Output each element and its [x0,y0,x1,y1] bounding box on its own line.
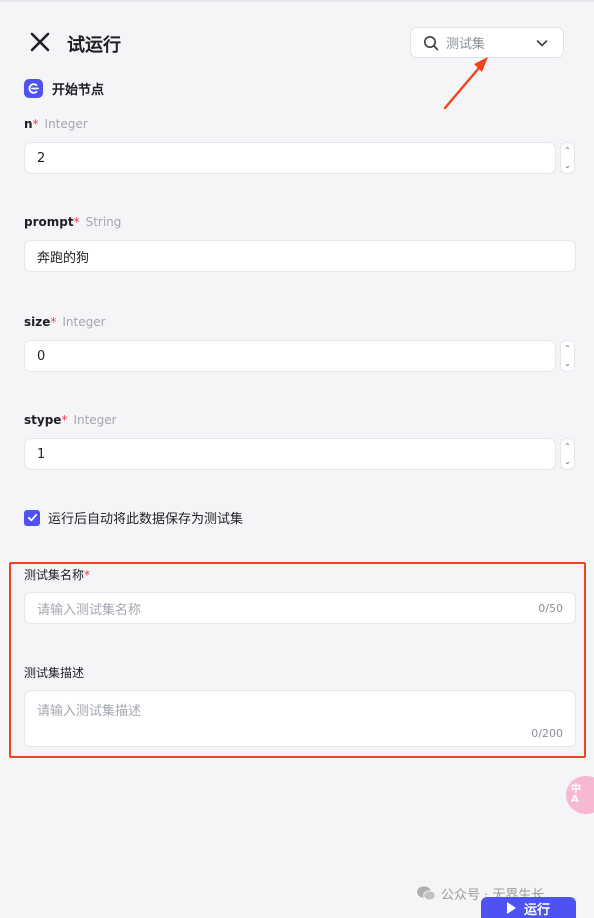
close-icon[interactable] [28,30,52,54]
required-mark: * [50,315,57,329]
translate-fab[interactable]: 中 A [566,776,594,814]
required-mark: * [61,413,68,427]
field-label-stype: stype* Integer [24,413,117,427]
stepper-down-icon[interactable]: ⌄ [564,359,571,368]
field-type: String [85,215,122,229]
translate-icon: 中 A [571,785,581,805]
testset-name-input[interactable]: 请输入测试集名称 0/50 [24,592,576,624]
chevron-down-icon [536,39,548,46]
field-type: Integer [44,117,88,131]
input-stype[interactable]: 1 [24,438,556,470]
stepper-down-icon[interactable]: ⌄ [564,161,571,170]
play-icon [506,902,516,914]
run-button-label: 运行 [523,902,550,918]
required-mark: * [73,215,80,229]
input-value: 0 [37,348,46,364]
field-label-prompt: prompt* String [24,215,121,229]
field-type: Integer [62,315,106,329]
input-value: 2 [37,150,46,166]
field-name: stype [24,413,62,427]
required-mark: * [32,117,39,131]
testset-desc-placeholder: 请输入测试集描述 [37,704,142,719]
page-title: 试运行 [67,35,121,56]
input-value: 1 [37,446,46,462]
testset-name-placeholder: 请输入测试集名称 [37,602,142,618]
testset-name-label: 测试集名称* [24,566,90,583]
input-size[interactable]: 0 [24,340,556,372]
stepper-up-icon[interactable]: ⌃ [564,146,571,155]
save-testset-label: 运行后自动将此数据保存为测试集 [48,512,244,527]
stepper-up-icon[interactable]: ⌃ [564,442,571,451]
input-n[interactable]: 2 [24,142,556,174]
input-prompt[interactable]: 奔跑的狗 [24,240,576,272]
input-value: 奔跑的狗 [37,250,90,266]
stepper-n[interactable]: ⌃ ⌄ [560,142,575,174]
stepper-up-icon[interactable]: ⌃ [564,344,571,353]
start-node-header: 开始节点 [24,79,104,98]
run-button[interactable]: 运行 [481,897,576,918]
required-mark: * [84,568,91,582]
testset-select-placeholder: 测试集 [446,37,486,52]
annotation-arrow [443,57,488,110]
field-type: Integer [73,413,117,427]
testset-desc-counter: 0/200 [531,727,563,740]
testset-desc-label: 测试集描述 [24,666,85,680]
wechat-icon [417,886,436,901]
testset-desc-textarea[interactable]: 请输入测试集描述 0/200 [24,690,576,747]
field-name: size [24,315,51,329]
translate-label-bottom: A [571,794,579,805]
testset-name-label-text: 测试集名称 [24,568,85,582]
stepper-size[interactable]: ⌃ ⌄ [560,340,575,372]
field-name: n [24,117,33,131]
start-node-icon [24,79,43,98]
top-border [0,0,594,2]
save-testset-checkbox-row[interactable]: 运行后自动将此数据保存为测试集 [24,508,243,527]
field-label-size: size* Integer [24,315,106,329]
start-node-title: 开始节点 [52,83,105,98]
save-testset-checkbox[interactable] [24,509,40,526]
field-label-n: n* Integer [24,117,88,131]
testset-name-counter: 0/50 [538,601,563,615]
field-name: prompt [24,215,74,229]
stepper-stype[interactable]: ⌃ ⌄ [560,438,575,470]
check-icon [27,513,37,522]
search-icon [424,35,439,50]
stepper-down-icon[interactable]: ⌄ [564,457,571,466]
